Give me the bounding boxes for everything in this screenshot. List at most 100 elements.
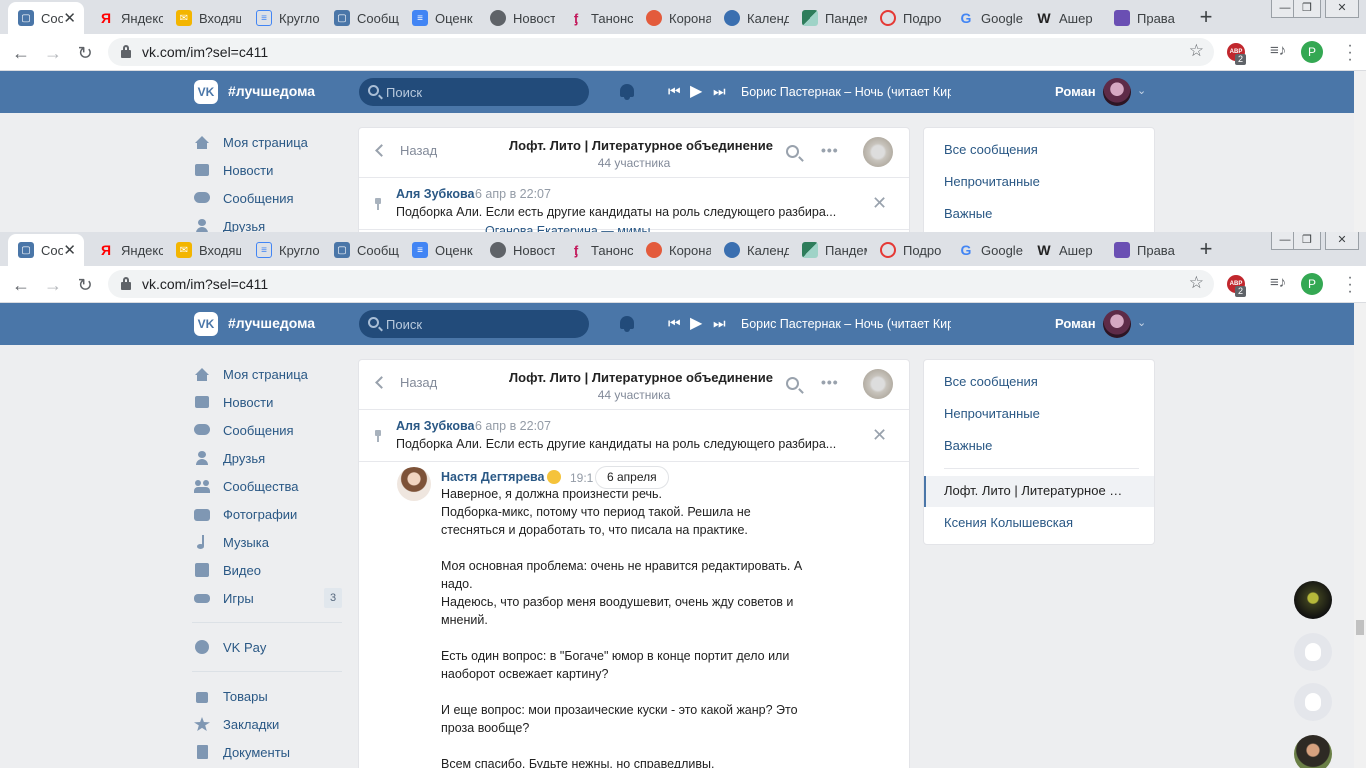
- vk-search-input[interactable]: [386, 83, 576, 101]
- address-bar[interactable]: vk.com/im?sel=c411 ☆: [108, 38, 1214, 66]
- user-avatar[interactable]: [1103, 310, 1131, 338]
- tab-pandemic[interactable]: Пандем: [792, 2, 872, 34]
- chat-avatar[interactable]: [863, 137, 893, 167]
- profile-avatar[interactable]: Р: [1301, 273, 1323, 295]
- previous-track-icon[interactable]: ⏮: [668, 83, 681, 100]
- media-control-icon[interactable]: ≡♪: [1270, 42, 1286, 59]
- restore-button[interactable]: ❐: [1293, 0, 1321, 18]
- nav-photos[interactable]: Фотографии: [192, 500, 352, 528]
- bookmark-star-icon[interactable]: ☆: [1189, 41, 1204, 61]
- back-button[interactable]: Назад: [373, 375, 437, 390]
- nav-messages[interactable]: Сообщения: [192, 416, 352, 444]
- tab-tanons[interactable]: ᶂ Танонс: [558, 2, 638, 34]
- nav-documents[interactable]: Документы: [192, 738, 352, 766]
- nav-bookmarks[interactable]: Закладки: [192, 710, 352, 738]
- media-control-icon[interactable]: ≡♪: [1270, 274, 1286, 291]
- new-tab-button[interactable]: +: [1193, 4, 1219, 30]
- floating-chat-avatar[interactable]: [1294, 581, 1332, 619]
- floating-chat-dog-icon[interactable]: [1294, 683, 1332, 721]
- page-scrollbar[interactable]: [1354, 71, 1366, 232]
- forward-arrow-icon[interactable]: →: [42, 42, 64, 64]
- close-window-button[interactable]: ✕: [1325, 0, 1359, 18]
- more-icon[interactable]: •••: [821, 374, 839, 390]
- tab-google[interactable]: G Google: [948, 234, 1028, 266]
- hashtag[interactable]: #лучшедома: [228, 315, 315, 331]
- restore-button[interactable]: ❐: [1293, 232, 1321, 250]
- message-author-avatar[interactable]: [397, 467, 431, 501]
- tab-yandex[interactable]: Я Яндекс: [88, 2, 168, 34]
- tab-yandex[interactable]: Я Яндекс: [88, 234, 168, 266]
- chat-title[interactable]: Лофт. Лито | Литературное объединение: [509, 138, 773, 153]
- hashtag[interactable]: #лучшедома: [228, 83, 315, 99]
- tab-docs[interactable]: ≡ Кругло: [246, 234, 326, 266]
- message-author[interactable]: Настя Дегтярева: [441, 470, 545, 484]
- next-track-icon[interactable]: ⏭: [713, 315, 726, 332]
- nav-friends[interactable]: Друзья: [192, 444, 352, 472]
- back-arrow-icon[interactable]: ←: [10, 42, 32, 64]
- floating-chat-dog-icon[interactable]: [1294, 633, 1332, 671]
- chat-avatar[interactable]: [863, 369, 893, 399]
- tab-wiki[interactable]: W Ашер: [1026, 234, 1106, 266]
- nav-games[interactable]: Игры 3: [192, 584, 352, 612]
- tab-rights[interactable]: Права: [1104, 234, 1184, 266]
- tab-pandemic[interactable]: Пандем: [792, 234, 872, 266]
- vk-logo[interactable]: VK: [194, 312, 218, 336]
- conversation-selected[interactable]: Лофт. Лито | Литературное объединение: [924, 476, 1154, 507]
- filter-all[interactable]: Все сообщения: [944, 142, 1038, 157]
- notifications-bell-icon[interactable]: [619, 315, 635, 333]
- filter-important[interactable]: Важные: [944, 206, 992, 221]
- user-avatar[interactable]: [1103, 78, 1131, 106]
- new-tab-button[interactable]: +: [1193, 236, 1219, 262]
- message-time[interactable]: 19:1: [570, 471, 593, 485]
- nav-groups[interactable]: Сообщества: [192, 472, 352, 500]
- filter-unread[interactable]: Непрочитанные: [944, 174, 1040, 189]
- tab-calendar[interactable]: Календ: [714, 2, 794, 34]
- tab-corona[interactable]: Корона: [636, 234, 716, 266]
- search-icon[interactable]: [786, 377, 799, 390]
- tab-tanons[interactable]: ᶂ Танонс: [558, 234, 638, 266]
- next-track-icon[interactable]: ⏭: [713, 83, 726, 100]
- reload-icon[interactable]: ↻: [74, 42, 96, 64]
- now-playing[interactable]: Борис Пастернак – Ночь (читает Кирилл Ла…: [741, 317, 951, 331]
- nav-vkpay[interactable]: VK Pay: [192, 633, 352, 661]
- close-icon[interactable]: ✕: [872, 425, 887, 446]
- user-name[interactable]: Роман: [1055, 84, 1096, 99]
- scrollbar-thumb[interactable]: [1356, 620, 1364, 635]
- nav-goods[interactable]: Товары: [192, 682, 352, 710]
- tab-forms[interactable]: ≡ Оценк: [402, 2, 482, 34]
- chat-members[interactable]: 44 участника: [509, 156, 759, 170]
- user-name[interactable]: Роман: [1055, 316, 1096, 331]
- close-icon[interactable]: ✕: [872, 193, 887, 214]
- search-icon[interactable]: [786, 145, 799, 158]
- vk-logo[interactable]: VK: [194, 80, 218, 104]
- tab-details[interactable]: Подро: [870, 2, 950, 34]
- back-button[interactable]: Назад: [373, 143, 437, 158]
- pinned-message[interactable]: Аля Зубкова 6 апр в 22:07 Подборка Али. …: [359, 179, 909, 230]
- tab-calendar[interactable]: Календ: [714, 234, 794, 266]
- play-icon[interactable]: ▶: [690, 81, 702, 101]
- tab-google[interactable]: G Google: [948, 2, 1028, 34]
- more-icon[interactable]: •••: [821, 142, 839, 158]
- vk-search[interactable]: [359, 78, 589, 106]
- previous-track-icon[interactable]: ⏮: [668, 315, 681, 332]
- filter-all[interactable]: Все сообщения: [944, 374, 1038, 389]
- pinned-author[interactable]: Аля Зубкова: [396, 187, 474, 201]
- back-arrow-icon[interactable]: ←: [10, 274, 32, 296]
- tab-messages-2[interactable]: ▢ Сообщ: [324, 2, 404, 34]
- conversation-item[interactable]: Ксения Колышевская: [944, 515, 1073, 530]
- pinned-message[interactable]: Аля Зубкова 6 апр в 22:07 Подборка Али. …: [359, 411, 909, 462]
- chat-members[interactable]: 44 участника: [509, 388, 759, 402]
- tab-forms[interactable]: ≡ Оценк: [402, 234, 482, 266]
- pinned-author[interactable]: Аля Зубкова: [396, 419, 474, 433]
- tab-news[interactable]: Новост: [480, 234, 560, 266]
- vk-search[interactable]: [359, 310, 589, 338]
- page-scrollbar[interactable]: [1354, 303, 1366, 768]
- tab-inbox[interactable]: ✉ Входящ: [166, 2, 246, 34]
- nav-music[interactable]: Музыка: [192, 528, 352, 556]
- reload-icon[interactable]: ↻: [74, 274, 96, 296]
- tab-news[interactable]: Новост: [480, 2, 560, 34]
- nav-news[interactable]: Новости: [192, 156, 352, 184]
- nav-my-page[interactable]: Моя страница: [192, 128, 352, 156]
- now-playing[interactable]: Борис Пастернак – Ночь (читает Кирилл Ла…: [741, 85, 951, 99]
- close-window-button[interactable]: ✕: [1325, 232, 1359, 250]
